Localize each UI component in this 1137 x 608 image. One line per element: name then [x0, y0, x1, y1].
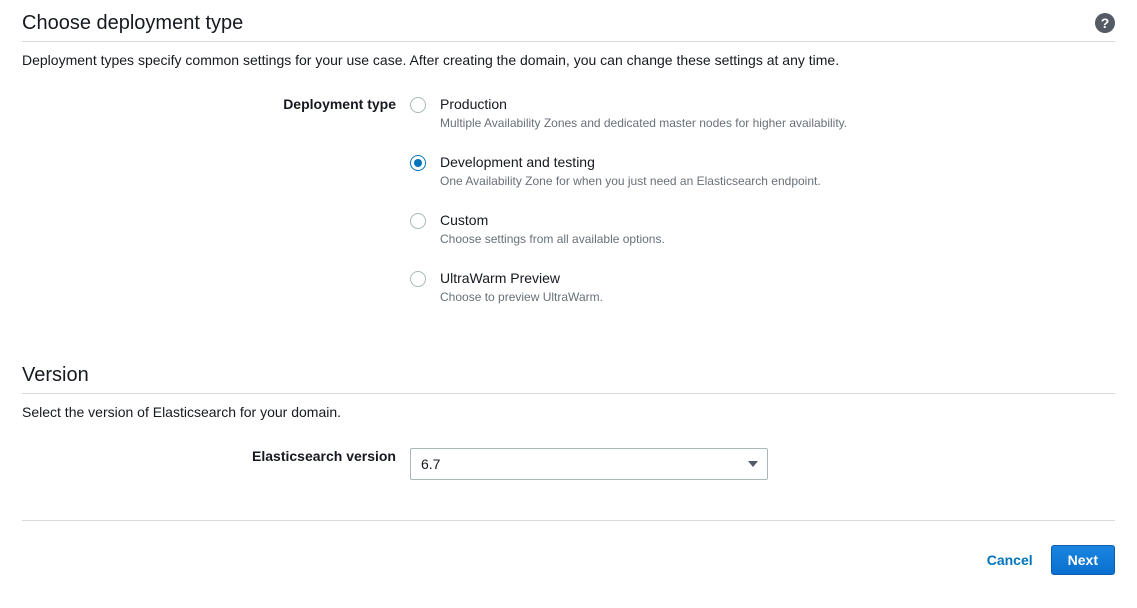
radio-option-development-testing[interactable]: Development and testing One Availability…	[410, 154, 1115, 188]
radio-option-ultrawarm-preview[interactable]: UltraWarm Preview Choose to preview Ultr…	[410, 270, 1115, 304]
field-label-es-version: Elasticsearch version	[22, 448, 410, 480]
radio-icon	[410, 213, 426, 229]
radio-icon	[410, 155, 426, 171]
section-title-version: Version	[22, 364, 89, 387]
deployment-type-options: Production Multiple Availability Zones a…	[410, 96, 1115, 304]
footer-separator	[22, 520, 1115, 521]
section-desc-deployment: Deployment types specify common settings…	[22, 52, 1115, 68]
radio-desc: Choose settings from all available optio…	[440, 232, 1115, 246]
radio-desc: Choose to preview UltraWarm.	[440, 290, 1115, 304]
section-desc-version: Select the version of Elasticsearch for …	[22, 404, 1115, 420]
radio-icon	[410, 97, 426, 113]
help-icon[interactable]: ?	[1095, 13, 1115, 33]
radio-icon	[410, 271, 426, 287]
radio-desc: One Availability Zone for when you just …	[440, 174, 1115, 188]
section-title-deployment: Choose deployment type	[22, 12, 243, 35]
elasticsearch-version-select[interactable]: 6.7	[410, 448, 768, 480]
cancel-button[interactable]: Cancel	[987, 552, 1033, 568]
radio-label: Development and testing	[440, 154, 1115, 170]
radio-label: Production	[440, 96, 1115, 112]
radio-option-production[interactable]: Production Multiple Availability Zones a…	[410, 96, 1115, 130]
radio-label: UltraWarm Preview	[440, 270, 1115, 286]
radio-desc: Multiple Availability Zones and dedicate…	[440, 116, 1115, 130]
radio-label: Custom	[440, 212, 1115, 228]
field-label-deployment-type: Deployment type	[22, 96, 410, 304]
radio-option-custom[interactable]: Custom Choose settings from all availabl…	[410, 212, 1115, 246]
next-button[interactable]: Next	[1051, 545, 1115, 575]
